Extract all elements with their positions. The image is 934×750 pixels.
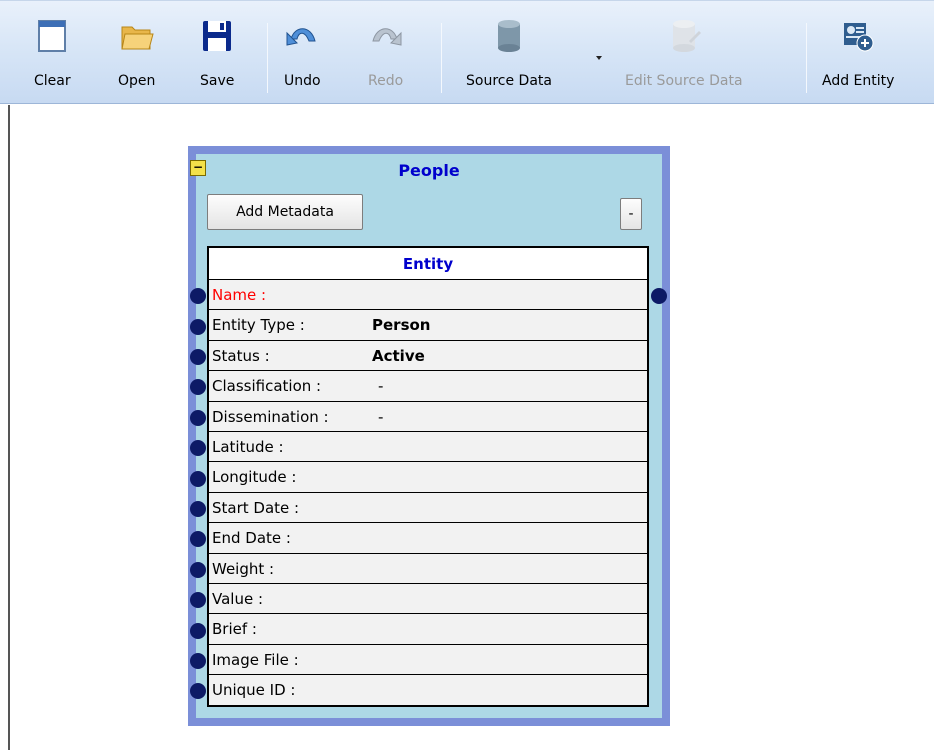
- table-row[interactable]: Name :: [209, 280, 647, 311]
- property-label: Start Date :: [212, 498, 300, 517]
- property-label: End Date :: [212, 529, 291, 548]
- property-label: Unique ID :: [212, 681, 296, 700]
- canvas-left-border: [8, 105, 10, 750]
- add-entity-icon: [841, 19, 875, 53]
- connection-port[interactable]: [190, 561, 206, 578]
- property-label: Longitude :: [212, 468, 297, 487]
- property-label: Weight :: [212, 559, 275, 578]
- connection-port[interactable]: [190, 501, 206, 517]
- folder-open-icon: [120, 19, 154, 53]
- remove-button[interactable]: -: [620, 198, 642, 230]
- open-button[interactable]: Open: [118, 19, 155, 99]
- undo-arrow-icon: [285, 19, 319, 53]
- edit-source-data-label: Edit Source Data: [625, 73, 743, 89]
- entity-properties-table: Entity Name : Entity Type : Person Status :…: [207, 246, 649, 707]
- connection-port[interactable]: [190, 349, 206, 365]
- toolbar-separator: [806, 23, 807, 93]
- clear-label: Clear: [34, 73, 71, 89]
- table-row[interactable]: Unique ID :: [209, 675, 647, 706]
- save-label: Save: [200, 73, 235, 89]
- redo-arrow-icon: [369, 19, 403, 53]
- property-label: Entity Type :: [212, 316, 305, 335]
- table-row[interactable]: Start Date :: [209, 492, 647, 524]
- undo-label: Undo: [284, 73, 321, 89]
- property-value: Active: [372, 346, 425, 365]
- table-row[interactable]: Classification : -: [209, 371, 647, 402]
- add-entity-label: Add Entity: [822, 73, 895, 89]
- property-value: -: [378, 407, 384, 426]
- toolbar-separator: [441, 23, 442, 93]
- connection-port[interactable]: [190, 470, 206, 487]
- table-row[interactable]: Latitude :: [209, 431, 647, 463]
- property-label: Image File :: [212, 650, 299, 669]
- table-row[interactable]: Value :: [209, 583, 647, 615]
- toolbar-separator: [267, 23, 268, 93]
- property-label: Name :: [212, 286, 267, 304]
- connection-port[interactable]: [190, 318, 206, 335]
- database-icon: [492, 19, 526, 53]
- property-label: Value :: [212, 589, 264, 608]
- add-entity-button[interactable]: Add Entity: [822, 19, 894, 99]
- floppy-save-icon: [200, 19, 234, 53]
- property-label: Brief :: [212, 620, 257, 639]
- toolbar: Clear Open Save Undo Redo Source Data Ed…: [0, 0, 934, 104]
- table-row[interactable]: End Date :: [209, 523, 647, 554]
- chevron-down-icon[interactable]: [596, 56, 602, 60]
- source-data-button[interactable]: Source Data: [466, 19, 552, 99]
- table-header: Entity: [209, 248, 647, 280]
- redo-label: Redo: [368, 73, 404, 89]
- table-row[interactable]: Longitude :: [209, 462, 647, 493]
- entity-node-title: People: [398, 161, 460, 180]
- table-row[interactable]: Image File :: [209, 644, 647, 676]
- source-data-label: Source Data: [466, 73, 552, 89]
- clear-button[interactable]: Clear: [34, 19, 71, 99]
- property-value: -: [378, 377, 384, 396]
- table-row[interactable]: Weight :: [209, 553, 647, 584]
- save-button[interactable]: Save: [200, 19, 234, 99]
- property-value: Person: [372, 316, 431, 335]
- connection-port[interactable]: [190, 653, 206, 669]
- property-label: Classification :: [212, 377, 322, 396]
- connection-port[interactable]: [190, 622, 206, 639]
- property-label: Dissemination :: [212, 407, 329, 426]
- edit-source-data-button[interactable]: Edit Source Data: [625, 19, 743, 99]
- undo-button[interactable]: Undo: [284, 19, 321, 99]
- database-edit-icon: [667, 19, 701, 53]
- property-label: Status :: [212, 346, 270, 365]
- clear-page-icon: [35, 19, 69, 53]
- table-row[interactable]: Brief :: [209, 614, 647, 645]
- open-label: Open: [118, 73, 156, 89]
- redo-button[interactable]: Redo: [368, 19, 403, 99]
- property-label: Latitude :: [212, 437, 284, 456]
- table-row[interactable]: Dissemination : -: [209, 401, 647, 432]
- table-row[interactable]: Status : Active: [209, 340, 647, 372]
- table-row[interactable]: Entity Type : Person: [209, 310, 647, 341]
- connection-port[interactable]: [190, 409, 206, 426]
- add-metadata-button[interactable]: Add Metadata: [207, 194, 363, 230]
